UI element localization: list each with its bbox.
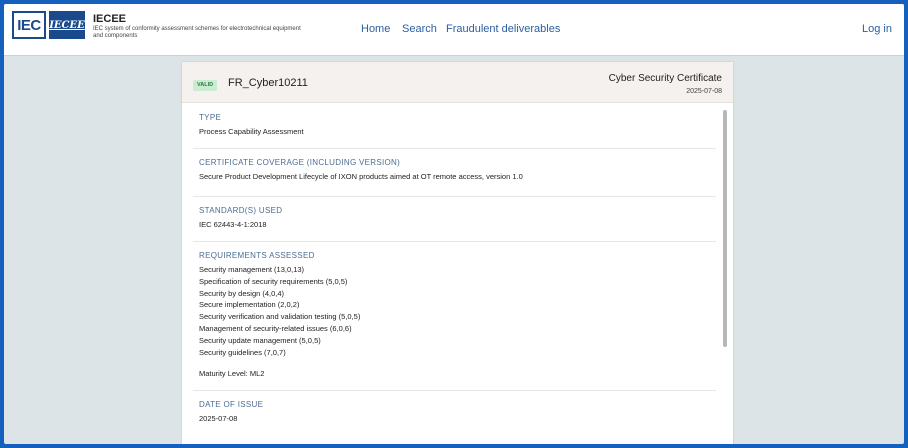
certificate-date: 2025-07-08 bbox=[686, 88, 722, 95]
nav-fraudulent-deliverables-link[interactable]: Fraudulent deliverables bbox=[446, 23, 560, 35]
section-label: TYPE bbox=[199, 113, 222, 122]
certificate-card: VALID FR_Cyber10211 Cyber Security Certi… bbox=[182, 62, 733, 444]
list-item: Security update management (5,0,5) bbox=[199, 335, 321, 345]
section-value: 2025-07-08 bbox=[199, 414, 238, 424]
status-badge: VALID bbox=[193, 80, 218, 91]
list-item: Specification of security requirements (… bbox=[199, 276, 348, 286]
certificate-id: FR_Cyber10211 bbox=[228, 77, 308, 89]
brand-title: IECEE bbox=[93, 13, 127, 25]
list-item: Management of security-related issues (6… bbox=[199, 323, 352, 333]
list-item: Security by design (4,0,4) bbox=[199, 288, 285, 298]
iecee-logo[interactable]: IECEE bbox=[49, 11, 85, 39]
section-type: TYPE Process Capability Assessment bbox=[193, 104, 716, 149]
top-navigation-bar: IEC IECEE IECEE IEC system of conformity… bbox=[4, 4, 904, 56]
requirements-list: Security management (13,0,13) Specificat… bbox=[199, 264, 710, 358]
brand-subtitle: IEC system of conformity assessment sche… bbox=[93, 26, 301, 39]
section-date-of-issue: DATE OF ISSUE 2025-07-08 bbox=[193, 391, 716, 435]
nav-home-link[interactable]: Home bbox=[361, 23, 390, 35]
maturity-level: Maturity Level: ML2 bbox=[199, 369, 265, 379]
nav-search-link[interactable]: Search bbox=[402, 23, 437, 35]
list-item: Security guidelines (7,0,7) bbox=[199, 347, 286, 357]
section-label: DATE OF ISSUE bbox=[199, 400, 264, 410]
certificate-header: VALID FR_Cyber10211 Cyber Security Certi… bbox=[182, 62, 733, 103]
list-item: Security verification and validation tes… bbox=[199, 312, 361, 322]
list-item: Security management (13,0,13) bbox=[199, 265, 305, 274]
list-item: Secure implementation (2,0,2) bbox=[199, 300, 300, 310]
certificate-details[interactable]: TYPE Process Capability Assessment CERTI… bbox=[182, 104, 733, 444]
section-label: REQUIREMENTS ASSESSED bbox=[199, 251, 315, 260]
section-value: IEC 62443-4-1:2018 bbox=[199, 220, 267, 229]
section-requirements: REQUIREMENTS ASSESSED Security managemen… bbox=[193, 242, 716, 392]
section-standards: STANDARD(S) USED IEC 62443-4-1:2018 bbox=[193, 197, 716, 242]
iec-logo[interactable]: IEC bbox=[12, 11, 46, 39]
section-value: Secure Product Development Lifecycle of … bbox=[199, 172, 523, 181]
section-coverage: CERTIFICATE COVERAGE (INCLUDING VERSION)… bbox=[193, 149, 716, 197]
browser-viewport: IEC IECEE IECEE IEC system of conformity… bbox=[4, 4, 904, 444]
section-label: STANDARD(S) USED bbox=[199, 206, 283, 215]
section-label: CERTIFICATE COVERAGE (INCLUDING VERSION) bbox=[199, 158, 401, 167]
scrollbar[interactable] bbox=[723, 110, 727, 347]
login-link[interactable]: Log in bbox=[862, 23, 892, 35]
certificate-type: Cyber Security Certificate bbox=[608, 73, 722, 84]
section-value: Process Capability Assessment bbox=[199, 127, 304, 136]
